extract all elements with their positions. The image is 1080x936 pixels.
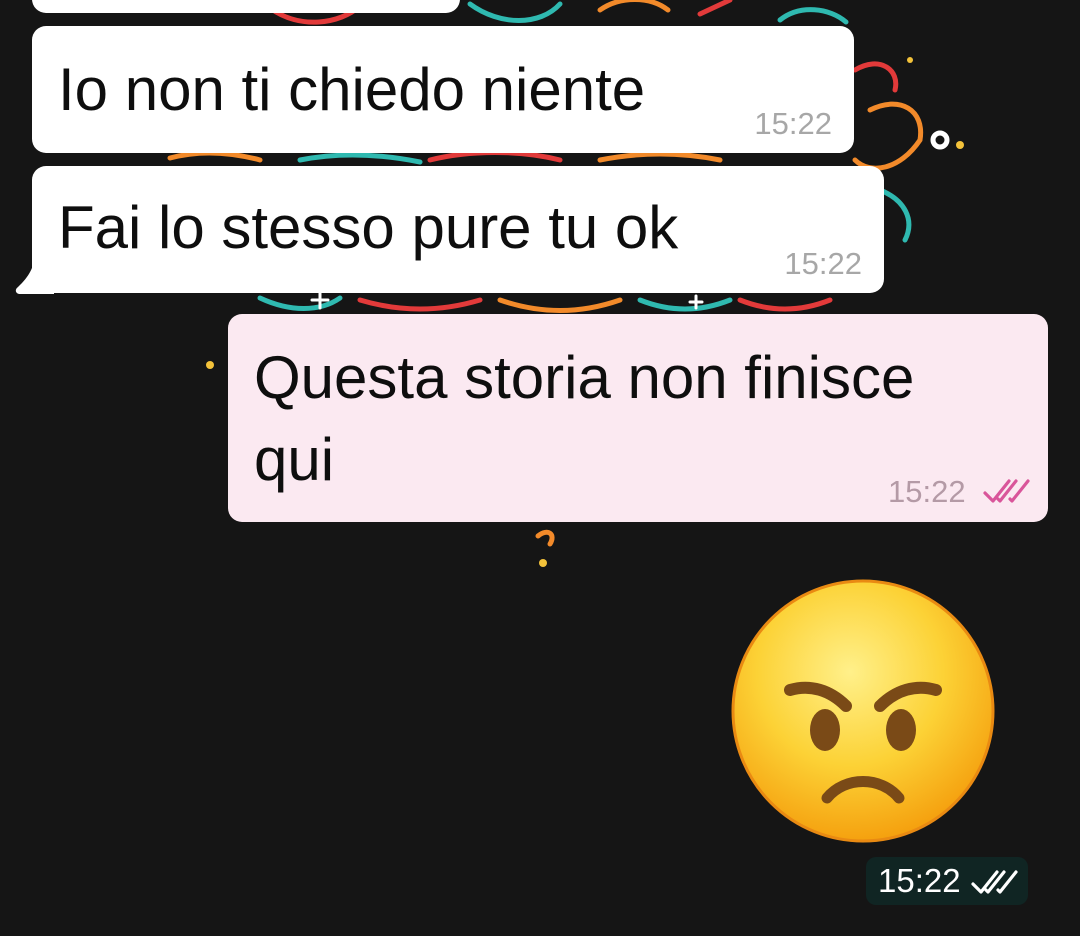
double-check-icon: [971, 870, 1018, 894]
message-text: Io non ti chiedo niente: [58, 56, 646, 123]
angry-face-emoji: [731, 579, 995, 843]
message-time: 15:22: [878, 862, 961, 899]
message-bubble-outgoing[interactable]: Questa storia non finisce qui 15:22: [228, 314, 1048, 522]
message-time: 15:22: [784, 246, 862, 281]
message-time: 15:22: [888, 474, 966, 509]
emoji-time-pill: 15:22: [866, 857, 1028, 905]
message-text: Fai lo stesso pure tu ok: [58, 194, 679, 261]
message-bubble-incoming-clipped[interactable]: [32, 0, 460, 13]
message-bubble-incoming[interactable]: Io non ti chiedo niente 15:22: [32, 26, 854, 153]
message-time: 15:22: [754, 106, 832, 141]
message-text-line-2: qui: [254, 426, 335, 493]
message-text-line-1: Questa storia non finisce: [254, 344, 915, 411]
double-check-icon: [983, 479, 1030, 503]
message-bubble-incoming[interactable]: Fai lo stesso pure tu ok 15:22: [32, 166, 884, 293]
